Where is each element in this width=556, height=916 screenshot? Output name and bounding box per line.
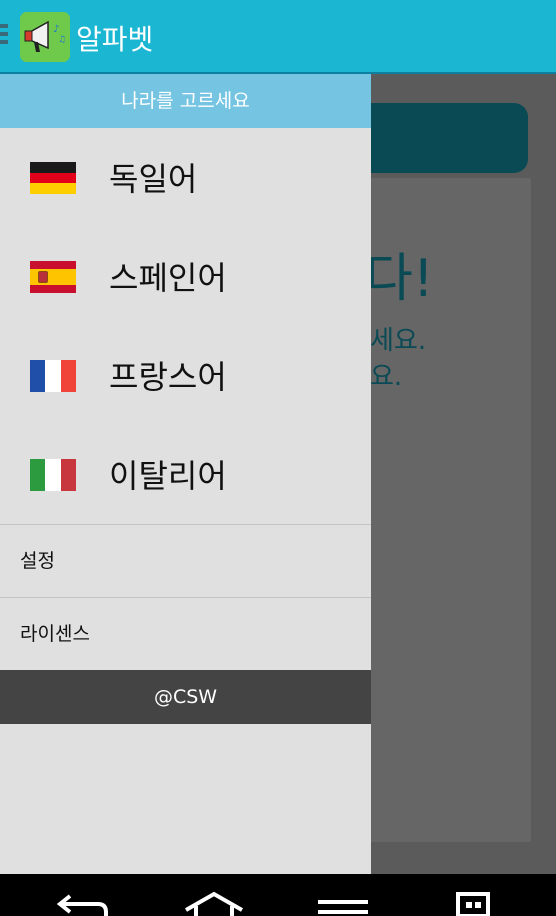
language-item-french[interactable]: 프랑스어 <box>0 326 371 425</box>
back-icon[interactable] <box>56 890 110 916</box>
italy-flag-icon <box>30 459 76 491</box>
settings-menu-item[interactable]: 설정 <box>0 525 371 597</box>
language-label: 프랑스어 <box>109 358 227 396</box>
drawer-header: 나라를 고르세요 <box>0 74 371 128</box>
main-instruction-line-1: 세요. <box>370 326 427 356</box>
navigation-drawer: 나라를 고르세요 독일어 스페인어 프랑스어 이탈리어 설정 라이센스 @CSW <box>0 74 371 874</box>
drawer-footer: @CSW <box>0 670 371 724</box>
svg-text:♫: ♫ <box>58 35 66 45</box>
system-navigation-bar <box>0 874 556 916</box>
quick-memo-icon[interactable] <box>456 890 490 916</box>
app-logo-icon[interactable]: ♪ ♫ <box>20 12 70 62</box>
action-bar: ♪ ♫ 알파벳 <box>0 0 556 74</box>
language-item-spanish[interactable]: 스페인어 <box>0 227 371 326</box>
language-label: 독일어 <box>109 160 198 198</box>
app-title: 알파벳 <box>76 23 154 56</box>
france-flag-icon <box>30 360 76 392</box>
language-label: 이탈리어 <box>109 457 227 495</box>
language-item-italian[interactable]: 이탈리어 <box>0 425 371 524</box>
language-item-german[interactable]: 독일어 <box>0 128 371 227</box>
main-heading-text: 다! <box>365 249 434 309</box>
menu-icon[interactable] <box>318 890 368 916</box>
svg-text:♪: ♪ <box>53 24 59 35</box>
home-icon[interactable] <box>184 890 244 916</box>
language-label: 스페인어 <box>109 259 227 297</box>
app-screen: 다! 세요. 요. ♪ ♫ 알파벳 나라를 고르세요 독일어 스페인어 프랑스어… <box>0 0 556 874</box>
main-instruction-line-2: 요. <box>370 362 403 392</box>
germany-flag-icon <box>30 162 76 194</box>
spain-flag-icon <box>30 261 76 293</box>
drawer-toggle-icon[interactable] <box>0 24 8 46</box>
license-menu-item[interactable]: 라이센스 <box>0 598 371 670</box>
